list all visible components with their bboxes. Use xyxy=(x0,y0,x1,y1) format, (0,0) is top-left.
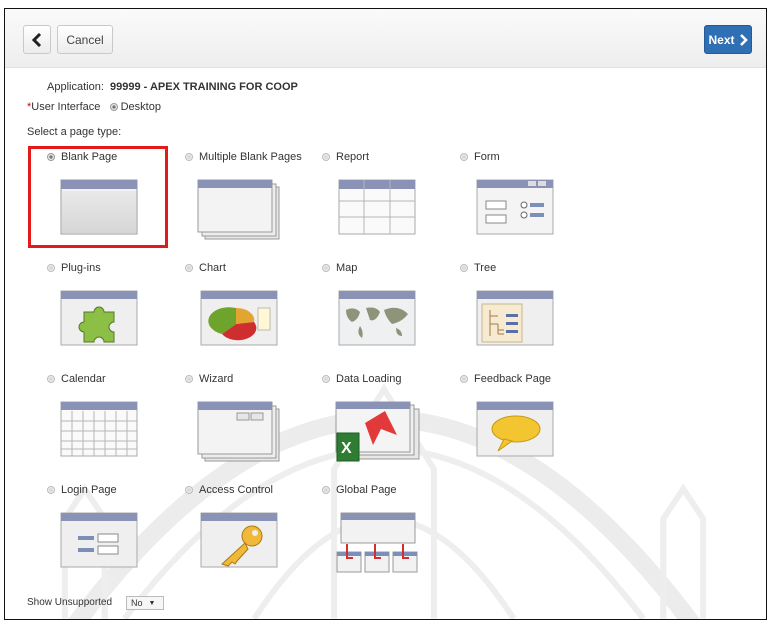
radio-icon[interactable] xyxy=(185,153,193,161)
next-button[interactable]: Next xyxy=(704,25,752,54)
page-type-feedback-page[interactable]: Feedback Page xyxy=(460,373,551,385)
radio-icon[interactable] xyxy=(322,486,330,494)
page-type-calendar[interactable]: Calendar xyxy=(47,373,106,385)
back-button[interactable] xyxy=(23,25,51,54)
show-unsupported-select[interactable]: No ▼ xyxy=(126,596,164,610)
svg-text:X: X xyxy=(341,440,352,457)
radio-icon[interactable] xyxy=(47,375,55,383)
option-label: Data Loading xyxy=(336,373,402,385)
radio-icon[interactable] xyxy=(47,486,55,494)
radio-icon[interactable] xyxy=(322,375,330,383)
chevron-left-icon xyxy=(32,32,42,47)
page-type-wizard[interactable]: Wizard xyxy=(185,373,233,385)
pie-chart-thumbnail-icon[interactable] xyxy=(200,290,278,346)
option-label: Multiple Blank Pages xyxy=(199,151,302,163)
page-type-form[interactable]: Form xyxy=(460,151,500,163)
option-label: Chart xyxy=(199,262,226,274)
page-type-global-page[interactable]: Global Page xyxy=(322,484,397,496)
global-page-thumbnail-icon[interactable] xyxy=(335,512,421,576)
select-prompt: Select a page type: xyxy=(27,126,122,138)
option-label: Tree xyxy=(474,262,497,274)
application-label: Application: xyxy=(47,81,104,93)
wizard-thumbnail-icon[interactable] xyxy=(197,401,281,463)
ui-label: User Interface xyxy=(31,101,101,113)
form-thumbnail-icon[interactable] xyxy=(476,179,554,235)
speech-bubble-thumbnail-icon[interactable] xyxy=(476,401,554,457)
dropdown-arrow-icon: ▼ xyxy=(148,599,156,607)
radio-icon[interactable] xyxy=(47,264,55,272)
ui-value: Desktop xyxy=(120,101,161,113)
page-type-login-page[interactable]: Login Page xyxy=(47,484,117,496)
page-type-data-loading[interactable]: Data Loading xyxy=(322,373,401,385)
application-row: Application: 99999 - APEX TRAINING FOR C… xyxy=(47,81,298,93)
option-label: Feedback Page xyxy=(474,373,552,385)
desktop-radio[interactable] xyxy=(109,103,118,112)
option-label: Global Page xyxy=(336,484,397,496)
radio-icon[interactable] xyxy=(322,264,330,272)
show-unsupported-label: Show Unsupported xyxy=(27,597,113,608)
option-label: Login Page xyxy=(61,484,117,496)
wizard-toolbar: Cancel Next xyxy=(5,9,766,68)
chevron-right-icon xyxy=(739,33,748,46)
option-label: Form xyxy=(474,151,500,163)
tree-thumbnail-icon[interactable] xyxy=(476,290,554,346)
option-label: Map xyxy=(336,262,358,274)
world-map-thumbnail-icon[interactable] xyxy=(338,290,416,346)
application-value: 99999 - APEX TRAINING FOR COOP xyxy=(110,81,298,93)
next-button-label: Next xyxy=(708,32,735,47)
option-label: Plug-ins xyxy=(61,262,101,274)
option-label: Calendar xyxy=(61,373,106,385)
radio-icon[interactable] xyxy=(322,153,330,161)
page-type-multiple-blank-pages[interactable]: Multiple Blank Pages xyxy=(185,151,302,163)
page-type-tree[interactable]: Tree xyxy=(460,262,496,274)
page-type-chart[interactable]: Chart xyxy=(185,262,226,274)
radio-icon[interactable] xyxy=(185,264,193,272)
radio-icon[interactable] xyxy=(460,264,468,272)
option-label: Access Control xyxy=(199,484,273,496)
ui-row: *User Interface Desktop xyxy=(27,101,161,113)
page-type-plug-ins[interactable]: Plug-ins xyxy=(47,262,101,274)
key-thumbnail-icon[interactable] xyxy=(200,512,278,568)
option-label: Report xyxy=(336,151,370,163)
radio-icon[interactable] xyxy=(185,486,193,494)
page-type-report[interactable]: Report xyxy=(322,151,369,163)
login-form-thumbnail-icon[interactable] xyxy=(60,512,138,568)
blank-page-highlight-box xyxy=(28,146,168,248)
radio-icon[interactable] xyxy=(460,375,468,383)
radio-icon[interactable] xyxy=(460,153,468,161)
multiple-blank-pages-thumbnail-icon[interactable] xyxy=(197,179,281,241)
puzzle-thumbnail-icon[interactable] xyxy=(60,290,138,346)
create-page-wizard: Cancel Next Application: 99999 - APEX TR… xyxy=(4,8,767,620)
option-label: Wizard xyxy=(199,373,234,385)
cancel-button[interactable]: Cancel xyxy=(57,25,113,54)
page-type-access-control[interactable]: Access Control xyxy=(185,484,273,496)
data-loading-thumbnail-icon[interactable]: X xyxy=(335,401,421,467)
report-thumbnail-icon[interactable] xyxy=(338,179,416,235)
calendar-thumbnail-icon[interactable] xyxy=(60,401,138,457)
radio-icon[interactable] xyxy=(185,375,193,383)
page-type-map[interactable]: Map xyxy=(322,262,357,274)
show-unsupported-value: No xyxy=(131,598,143,608)
